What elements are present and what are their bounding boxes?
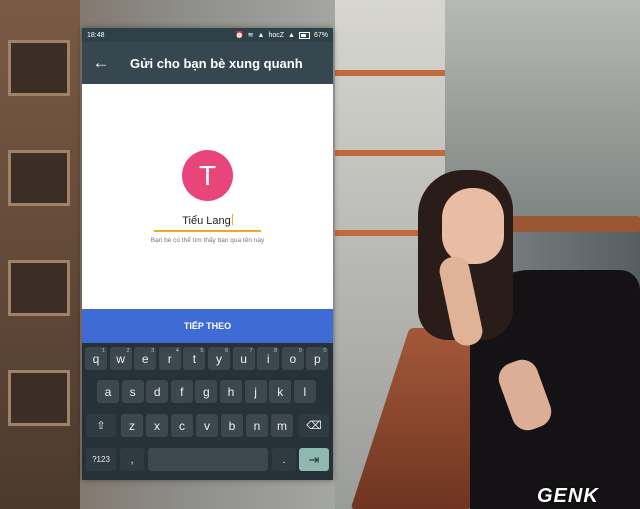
- key-number-hint: 0: [323, 348, 327, 354]
- key-label: p: [314, 351, 321, 366]
- key-number-hint: 4: [175, 348, 179, 354]
- comma-key[interactable]: ,: [120, 448, 144, 471]
- key-i[interactable]: i8: [257, 347, 280, 370]
- building-window: [8, 150, 70, 206]
- key-t[interactable]: t5: [183, 347, 206, 370]
- key-q[interactable]: q1: [85, 347, 107, 370]
- text-cursor: [231, 214, 233, 225]
- keyboard-row: ?123 , . ⇥: [82, 448, 333, 472]
- app-bar: ← Gửi cho bạn bè xung quanh: [82, 42, 333, 84]
- building-balcony: [335, 150, 445, 156]
- backspace-key[interactable]: ⌫: [299, 414, 329, 437]
- key-w[interactable]: w2: [109, 347, 132, 370]
- next-button[interactable]: TIẾP THEO: [82, 309, 333, 343]
- key-n[interactable]: n: [246, 414, 268, 437]
- signal-icon: ▲: [257, 31, 265, 39]
- key-x[interactable]: x: [146, 414, 168, 437]
- key-number-hint: 8: [274, 348, 278, 354]
- key-p[interactable]: p0: [306, 347, 329, 370]
- key-a[interactable]: a: [97, 380, 119, 403]
- avatar-letter: T: [198, 159, 217, 191]
- key-number-hint: 9: [298, 348, 302, 354]
- phone-screen: 18:48 ⏰ ≋ ▲ hocZ ▲ 67% ← Gửi cho bạn bè …: [82, 28, 333, 480]
- key-label: e: [141, 351, 149, 366]
- building-window: [8, 40, 70, 96]
- key-s[interactable]: s: [121, 380, 144, 403]
- profile-content: T Tiểu Lang: [82, 84, 333, 309]
- space-key[interactable]: [148, 448, 268, 471]
- key-number-hint: 3: [151, 348, 155, 354]
- keyboard-row: asdfghjkl: [82, 380, 333, 404]
- name-hint: Bạn bè có thể tìm thấy bạn qua tên này: [150, 237, 265, 244]
- key-o[interactable]: o9: [281, 347, 304, 370]
- status-time: 18:48: [87, 31, 105, 39]
- key-number-hint: 6: [224, 348, 228, 354]
- next-button-label: TIẾP THEO: [183, 321, 232, 331]
- wifi-icon: ≋: [247, 32, 254, 39]
- name-input[interactable]: Tiểu Lang: [154, 213, 261, 232]
- next-field-key[interactable]: ⇥: [299, 448, 329, 471]
- key-label: t: [192, 351, 197, 366]
- key-label: y: [216, 351, 222, 366]
- building-balcony: [335, 70, 445, 76]
- name-input-value: Tiểu Lang: [182, 215, 231, 227]
- background-building-left: [0, 0, 80, 509]
- key-r[interactable]: r4: [158, 347, 181, 370]
- status-bar: 18:48 ⏰ ≋ ▲ hocZ ▲ 67%: [82, 28, 333, 42]
- key-label: i: [266, 351, 270, 366]
- signal-icon: ▲: [288, 31, 295, 39]
- keyboard-row: q1w2e3r4t5y6u7i8o9p0: [82, 347, 333, 371]
- carrier-name: hocZ: [268, 31, 285, 39]
- key-number-hint: 1: [101, 348, 105, 354]
- keyboard-row: ⇧ ⌫ zxcvbnm: [82, 414, 333, 438]
- symbols-key[interactable]: ?123: [86, 448, 116, 471]
- key-u[interactable]: u7: [232, 347, 255, 370]
- key-label: o: [289, 351, 297, 366]
- key-h[interactable]: h: [220, 380, 242, 403]
- key-label: q: [92, 351, 100, 366]
- building-window: [8, 260, 70, 316]
- alarm-icon: ⏰: [234, 32, 244, 39]
- key-label: r: [167, 351, 172, 366]
- page-title: Gửi cho bạn bè xung quanh: [130, 55, 303, 71]
- key-v[interactable]: v: [196, 414, 218, 437]
- period-key[interactable]: .: [272, 448, 296, 471]
- shift-key[interactable]: ⇧: [86, 414, 116, 437]
- key-g[interactable]: g: [195, 380, 218, 403]
- key-e[interactable]: e3: [134, 347, 157, 370]
- key-number-hint: 5: [200, 348, 204, 354]
- avatar: T: [182, 150, 233, 201]
- back-arrow-icon[interactable]: ←: [82, 53, 120, 73]
- status-icons: ⏰ ≋ ▲ hocZ ▲ 67%: [235, 31, 328, 39]
- key-c[interactable]: c: [171, 414, 193, 437]
- battery-percent: 67%: [313, 31, 328, 39]
- key-number-hint: 7: [249, 348, 253, 354]
- key-label: w: [116, 351, 125, 366]
- key-y[interactable]: y6: [208, 347, 230, 370]
- key-b[interactable]: b: [221, 414, 243, 437]
- genk-watermark: GENK: [537, 485, 599, 507]
- building-window: [8, 370, 70, 426]
- key-j[interactable]: j: [244, 380, 267, 403]
- key-k[interactable]: k: [269, 380, 292, 403]
- keyboard: q1w2e3r4t5y6u7i8o9p0 asdfghjkl ⇧ ⌫ zxcvb…: [82, 343, 333, 480]
- key-m[interactable]: m: [271, 414, 293, 437]
- key-z[interactable]: z: [121, 414, 143, 437]
- key-l[interactable]: l: [293, 380, 316, 403]
- key-number-hint: 2: [126, 348, 130, 354]
- key-d[interactable]: d: [146, 380, 169, 403]
- key-f[interactable]: f: [170, 380, 193, 403]
- person-face: [442, 188, 504, 264]
- battery-icon: [298, 31, 310, 39]
- key-label: u: [240, 351, 247, 366]
